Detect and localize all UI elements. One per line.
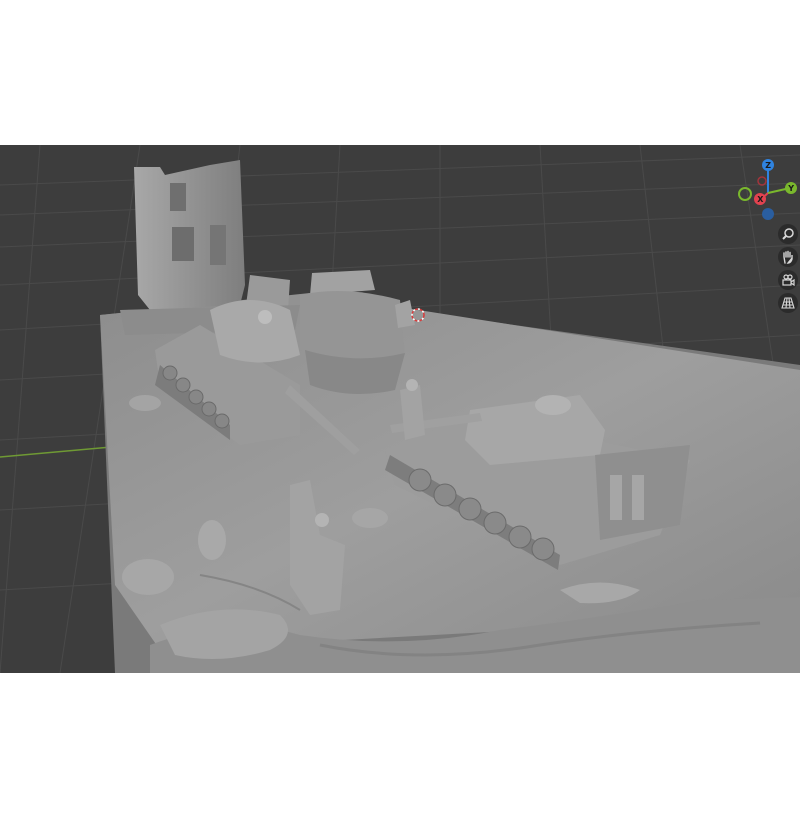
z-axis-label: Z: [765, 161, 771, 170]
hand-icon: [783, 250, 793, 264]
neg-x-handle[interactable]: [757, 176, 767, 186]
magnifier-icon: [782, 228, 794, 240]
neg-y-handle[interactable]: [738, 187, 752, 201]
ortho-toggle-button[interactable]: [778, 293, 798, 313]
3d-viewport[interactable]: Z X Y: [0, 145, 800, 673]
camera-icon: [782, 274, 795, 287]
scene[interactable]: [0, 145, 800, 673]
neg-z-handle[interactable]: [762, 208, 774, 220]
grid-icon: [781, 297, 795, 309]
y-axis-label: Y: [787, 184, 794, 193]
bunker: [300, 270, 405, 394]
x-axis-label: X: [757, 195, 764, 204]
navigation-gizmo[interactable]: Z X Y: [730, 157, 800, 227]
zoom-button[interactable]: [778, 224, 798, 244]
camera-button[interactable]: [778, 270, 798, 290]
pan-button[interactable]: [778, 247, 798, 267]
